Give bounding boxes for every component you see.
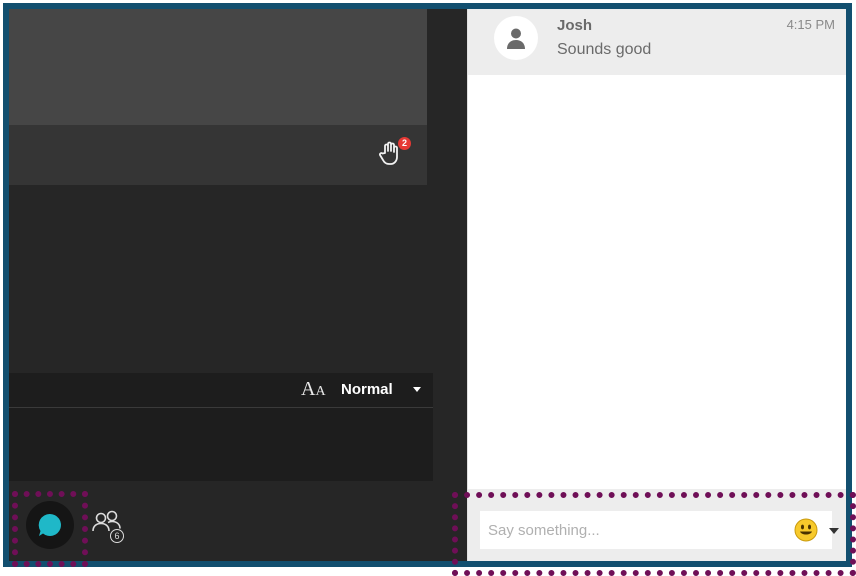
captions-toolbar: AA Normal [9,373,433,408]
chat-message-input[interactable] [480,511,832,549]
participants-button[interactable]: 6 [91,509,131,549]
emoji-menu-chevron-down-icon[interactable] [829,528,839,534]
font-size-icon: AA [301,378,326,400]
chat-composer [468,489,846,561]
raised-hands-bar: 2 [9,125,427,185]
message-author: Josh [557,17,593,34]
raise-hand-button[interactable]: 2 [379,137,411,169]
font-size-select[interactable]: Normal [341,381,393,398]
meeting-stage: 2 AA Normal 6 [9,9,467,561]
video-area [9,9,427,125]
emoji-icon[interactable] [794,518,818,542]
message-text: Sounds good [557,41,652,58]
chevron-down-icon[interactable] [413,387,421,392]
message-time: 4:15 PM [786,17,835,32]
user-avatar-icon [507,28,525,49]
chat-message: Josh 4:15 PM Sounds good [468,9,846,75]
chat-bubble-icon [38,513,61,536]
raised-hands-count-badge: 2 [398,137,411,150]
meeting-window: 2 AA Normal 6 Josh 4:15 PM Sounds good S… [3,3,852,567]
participants-count-badge: 6 [110,529,124,543]
chat-toggle-button[interactable] [26,501,74,549]
captions-panel: AA Normal [9,373,433,481]
chat-panel: Josh 4:15 PM Sounds good [467,9,846,561]
avatar [494,16,538,60]
